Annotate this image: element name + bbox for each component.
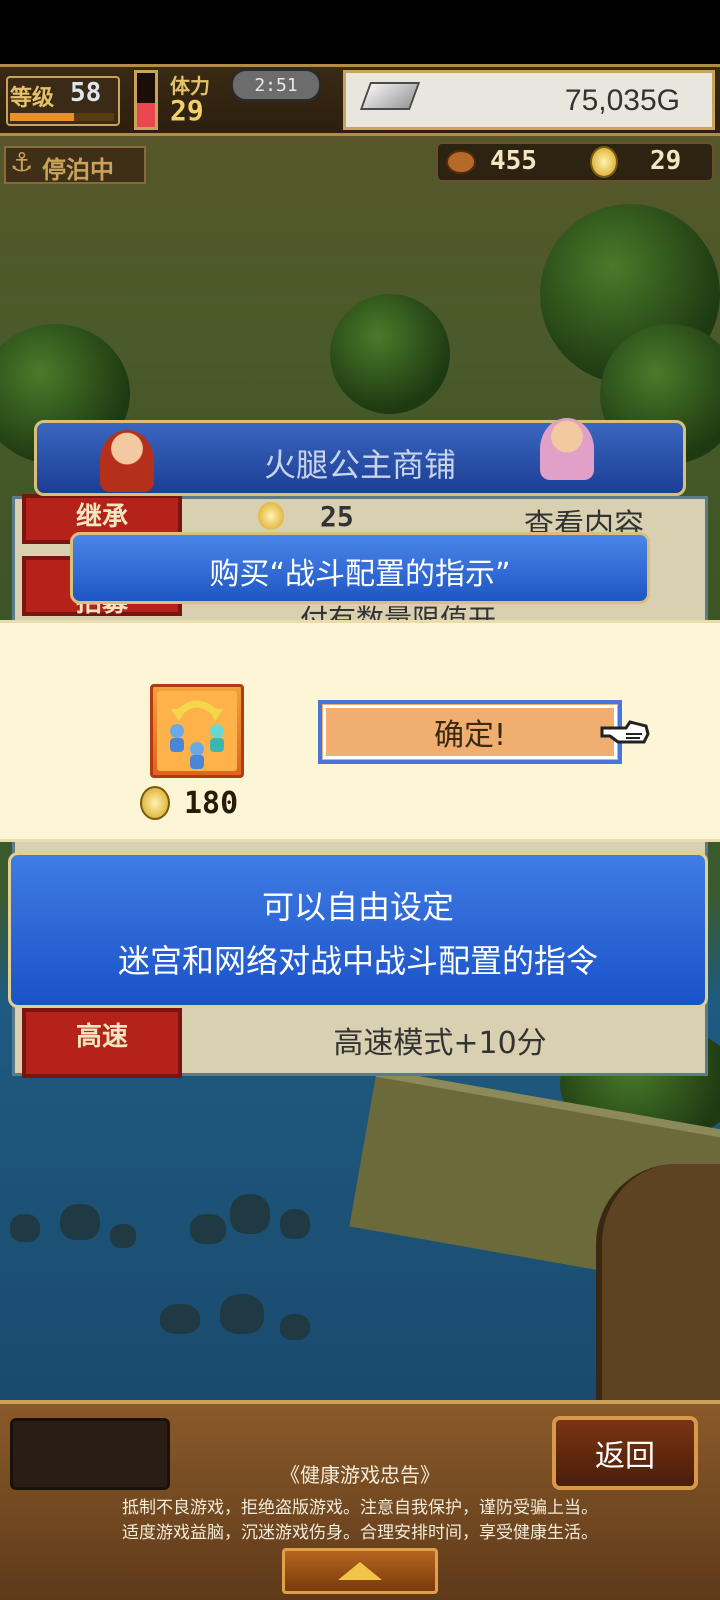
anchor-icon: ⚓ <box>10 148 34 178</box>
stamina-value: 29 <box>170 94 204 127</box>
item-description-line: 迷宫和网络对战中战斗配置的指令 <box>117 942 598 980</box>
item-description-box <box>8 852 708 1008</box>
confirm-button[interactable]: 确定! <box>318 700 622 764</box>
shop-row-tag-label: 高速 <box>75 1022 128 1052</box>
rock <box>190 1214 226 1244</box>
money-value: 75,035G <box>564 84 680 117</box>
purchase-cost: 180 <box>184 786 239 821</box>
party-formation-glyph <box>170 700 224 769</box>
level-label: 等级 <box>10 86 55 111</box>
level-progress-fill <box>10 113 75 121</box>
shop-row-tag-label: 继承 <box>75 502 128 532</box>
meat-value: 455 <box>490 146 537 176</box>
purchase-title: 购买“战斗配置的指示” <box>209 557 511 592</box>
coin-value: 29 <box>650 146 682 176</box>
shop-title: 火腿公主商铺 <box>263 446 456 484</box>
rock <box>280 1314 310 1340</box>
rock <box>10 1214 40 1242</box>
stamina-timer: 2:51 <box>230 68 322 102</box>
rock <box>160 1304 200 1334</box>
status-label: 停泊中 <box>42 156 114 184</box>
rock <box>280 1209 310 1239</box>
wooden-dock <box>596 1164 720 1404</box>
gold-coin-icon <box>140 786 170 820</box>
expand-menu-button[interactable] <box>282 1548 438 1594</box>
rock <box>230 1194 270 1234</box>
rock <box>220 1294 264 1334</box>
meat-icon <box>446 150 476 174</box>
silver-bar-icon <box>359 82 421 110</box>
gold-coin-icon <box>258 502 284 530</box>
up-arrow-icon <box>338 1562 382 1580</box>
rock <box>110 1224 136 1248</box>
health-notice-line: 抵制不良游戏，拒绝盗版游戏。注意自我保护，谨防受骗上当。 <box>122 1498 598 1518</box>
item-description-line: 可以自由设定 <box>261 888 454 926</box>
level-value: 58 <box>70 78 102 108</box>
gold-coin-icon <box>590 146 618 178</box>
health-notice-line: 适度游戏益脑，沉迷游戏伤身。合理安排时间，享受健康生活。 <box>122 1523 598 1543</box>
shop-row-price: 25 <box>320 500 354 533</box>
rock <box>60 1204 100 1240</box>
shop-row-text: 高速模式+10分 <box>333 1026 547 1061</box>
pointing-hand-icon <box>600 712 650 752</box>
tree <box>330 294 450 414</box>
party-formation-icon-inner <box>157 691 237 771</box>
stamina-fill <box>137 102 155 127</box>
health-notice-title: 《健康游戏忠告》 <box>280 1463 440 1487</box>
